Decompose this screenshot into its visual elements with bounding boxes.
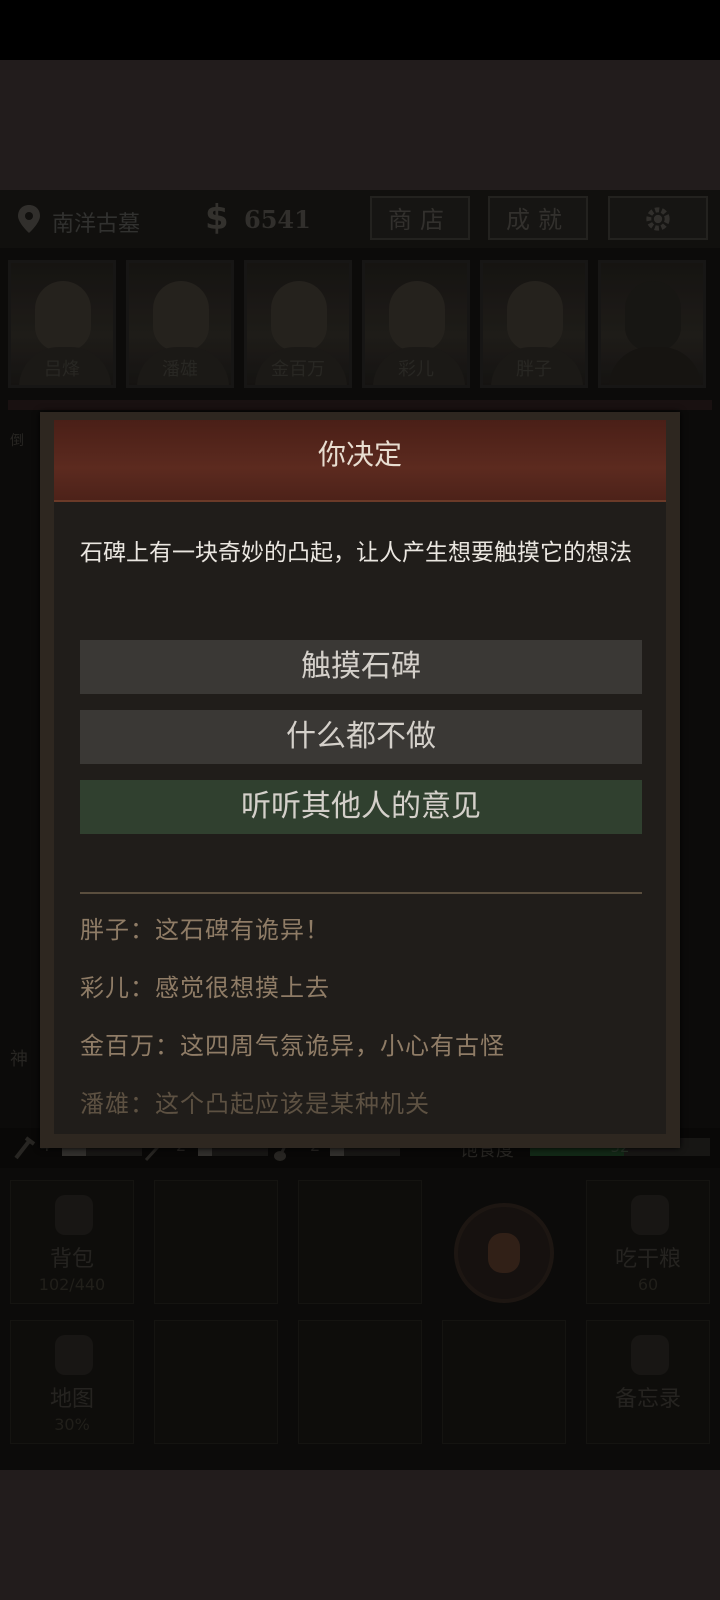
navigation-bar-area [0, 1470, 720, 1600]
choice-touch-stele[interactable]: 触摸石碑 [80, 640, 642, 694]
remark-line: 潘雄：这个凸起应该是某种机关 [80, 1090, 430, 1118]
remark-line: 彩儿：感觉很想摸上去 [80, 974, 330, 1002]
dialog-title: 你决定 [317, 438, 402, 471]
decision-dialog: 你决定 石碑上有一块奇妙的凸起，让人产生想要触摸它的想法 触摸石碑 什么都不做 … [40, 412, 680, 1148]
divider [80, 892, 642, 894]
dialog-body: 你决定 石碑上有一块奇妙的凸起，让人产生想要触摸它的想法 触摸石碑 什么都不做 … [54, 420, 666, 1134]
dialog-header: 你决定 [54, 420, 666, 502]
remark-line: 金百万：这四周气氛诡异，小心有古怪 [80, 1032, 505, 1060]
choice-ask-others[interactable]: 听听其他人的意见 [80, 780, 642, 834]
remark-line: 胖子：这石碑有诡异！ [80, 916, 330, 944]
status-bar-area [0, 60, 720, 190]
dialog-message: 石碑上有一块奇妙的凸起，让人产生想要触摸它的想法 [80, 540, 632, 566]
choice-do-nothing[interactable]: 什么都不做 [80, 710, 642, 764]
